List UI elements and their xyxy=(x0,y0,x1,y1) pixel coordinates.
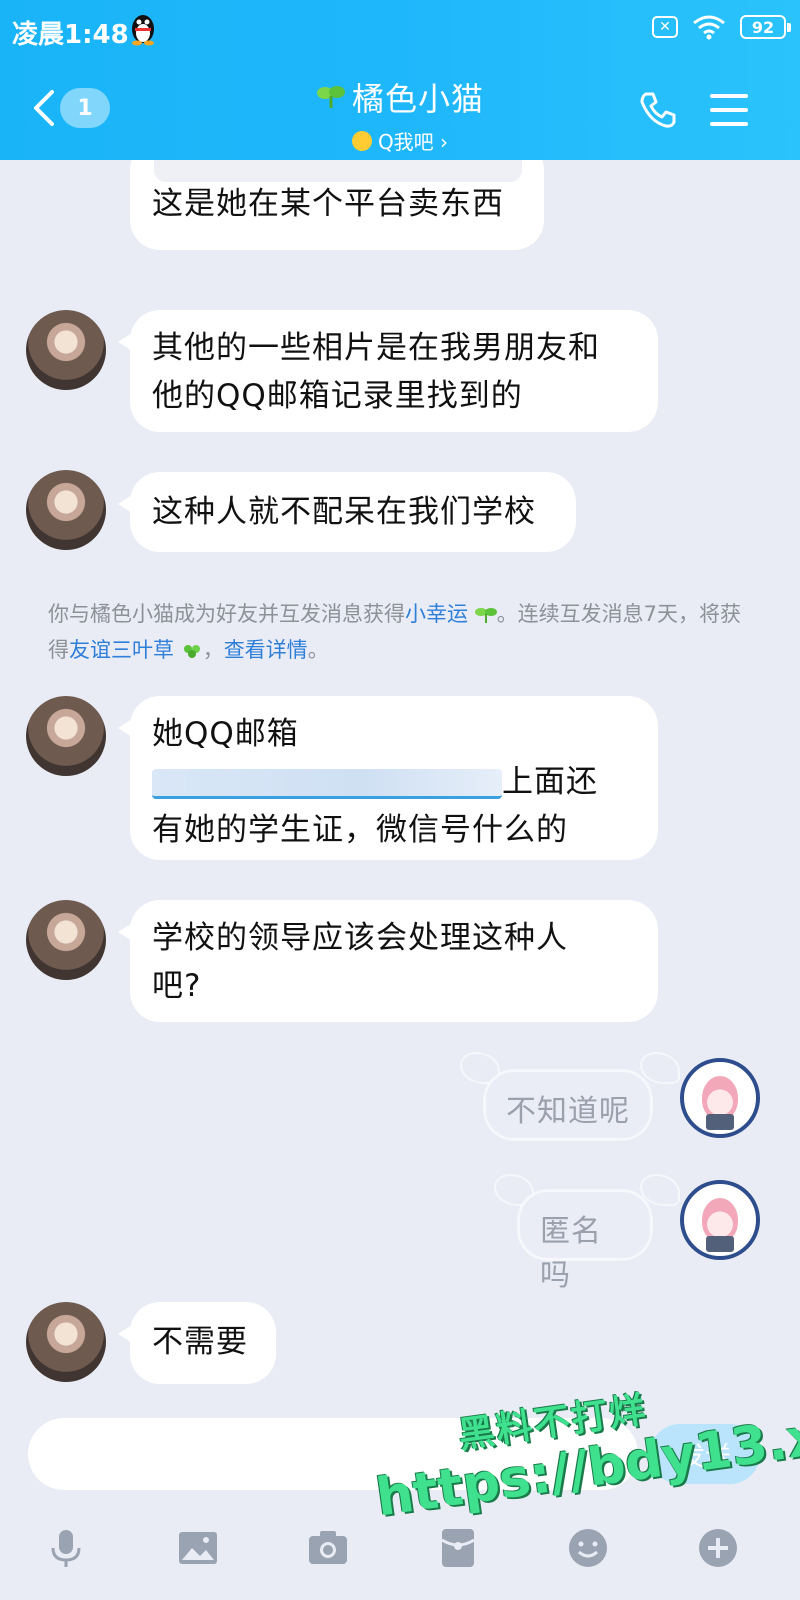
sent-message-bubble[interactable]: 不知道呢 xyxy=(484,1070,652,1140)
status-bar: 凌晨1:48 ✕ 92 xyxy=(0,0,800,62)
bubble-wing-decoration xyxy=(640,1052,680,1084)
status-time: 凌晨1:48 xyxy=(12,20,129,50)
system-notice: 你与橘色小猫成为好友并互发消息获得小幸运 。连续互发消息7天，将获得友谊三叶草 … xyxy=(48,596,758,668)
message-text-line: 她QQ邮箱 xyxy=(152,716,299,752)
message-text-line: 他的QQ邮箱记录里找到的 xyxy=(152,378,523,414)
details-link[interactable]: 查看详情 xyxy=(224,638,308,662)
self-avatar[interactable] xyxy=(680,1180,760,1260)
message-bubble[interactable]: 学校的领导应该会处理这种人 吧? xyxy=(118,900,658,1022)
redacted-email xyxy=(152,768,502,799)
lucky-link[interactable]: 小幸运 xyxy=(405,602,468,626)
chat-header: 凌晨1:48 ✕ 92 1 橘色小猫 Q我吧 › xyxy=(0,0,800,160)
contact-avatar[interactable] xyxy=(26,470,106,550)
contact-avatar[interactable] xyxy=(26,900,106,980)
message-text: 匿名吗 xyxy=(540,1214,602,1293)
sprout-icon xyxy=(316,86,345,108)
message-text-line: 有她的学生证，微信号什么的 xyxy=(152,812,568,848)
qq-penguin-icon xyxy=(132,15,154,46)
battery-level: 92 xyxy=(751,17,775,37)
camera-icon[interactable] xyxy=(306,1526,350,1570)
phone-call-icon[interactable] xyxy=(638,90,678,130)
message-bubble[interactable]: 其他的一些相片是在我男朋友和 他的QQ邮箱记录里找到的 xyxy=(118,310,658,432)
contact-avatar[interactable] xyxy=(26,310,106,390)
microphone-icon[interactable] xyxy=(44,1526,88,1570)
contact-name: 橘色小猫 xyxy=(351,80,484,118)
contact-avatar[interactable] xyxy=(26,696,106,776)
notice-text: 。 xyxy=(307,638,329,662)
message-list[interactable]: 这是她在某个平台卖东西 其他的一些相片是在我男朋友和 他的QQ邮箱记录里找到的 … xyxy=(0,160,800,1410)
message-text-line: 学校的领导应该会处理这种人 xyxy=(152,920,568,956)
smile-icon xyxy=(351,130,372,151)
sent-message-bubble[interactable]: 匿名吗 xyxy=(518,1190,652,1293)
chat-title-area[interactable]: 橘色小猫 Q我吧 › xyxy=(200,74,600,155)
message-text: 不知道呢 xyxy=(506,1094,630,1129)
message-bubble[interactable]: 这种人就不配呆在我们学校 xyxy=(118,472,576,552)
menu-icon[interactable] xyxy=(710,94,748,126)
message-text: 这种人就不配呆在我们学校 xyxy=(152,494,536,530)
image-icon[interactable] xyxy=(176,1526,220,1570)
unread-count-badge[interactable]: 1 xyxy=(60,88,110,128)
back-arrow-icon[interactable] xyxy=(30,88,58,128)
message-text-line: 其他的一些相片是在我男朋友和 xyxy=(152,330,600,366)
contact-subtitle: Q我吧 › xyxy=(377,130,449,154)
notice-text: ， xyxy=(202,638,224,662)
message-text: 这是她在某个平台卖东西 xyxy=(152,186,504,222)
message-text-line: 上面还 xyxy=(502,764,598,800)
plus-icon[interactable] xyxy=(696,1526,740,1570)
message-text: 不需要 xyxy=(152,1324,248,1360)
clover-icon xyxy=(183,645,200,658)
self-avatar[interactable] xyxy=(680,1058,760,1138)
status-icons: ✕ 92 xyxy=(652,14,791,40)
sim-off-icon: ✕ xyxy=(652,16,678,38)
sprout-icon xyxy=(474,608,497,623)
wifi-icon xyxy=(693,15,725,40)
clover-link[interactable]: 友谊三叶草 xyxy=(69,638,174,662)
message-bubble[interactable]: 她QQ邮箱 上面还 有她的学生证，微信号什么的 xyxy=(118,696,658,860)
quoted-card xyxy=(154,160,522,182)
battery-indicator: 92 xyxy=(740,15,791,39)
message-text-line: 吧? xyxy=(152,968,202,1004)
contact-avatar[interactable] xyxy=(26,1302,106,1382)
notice-text: 你与橘色小猫成为好友并互发消息获得 xyxy=(48,602,405,626)
message-bubble[interactable]: 不需要 xyxy=(118,1302,276,1384)
